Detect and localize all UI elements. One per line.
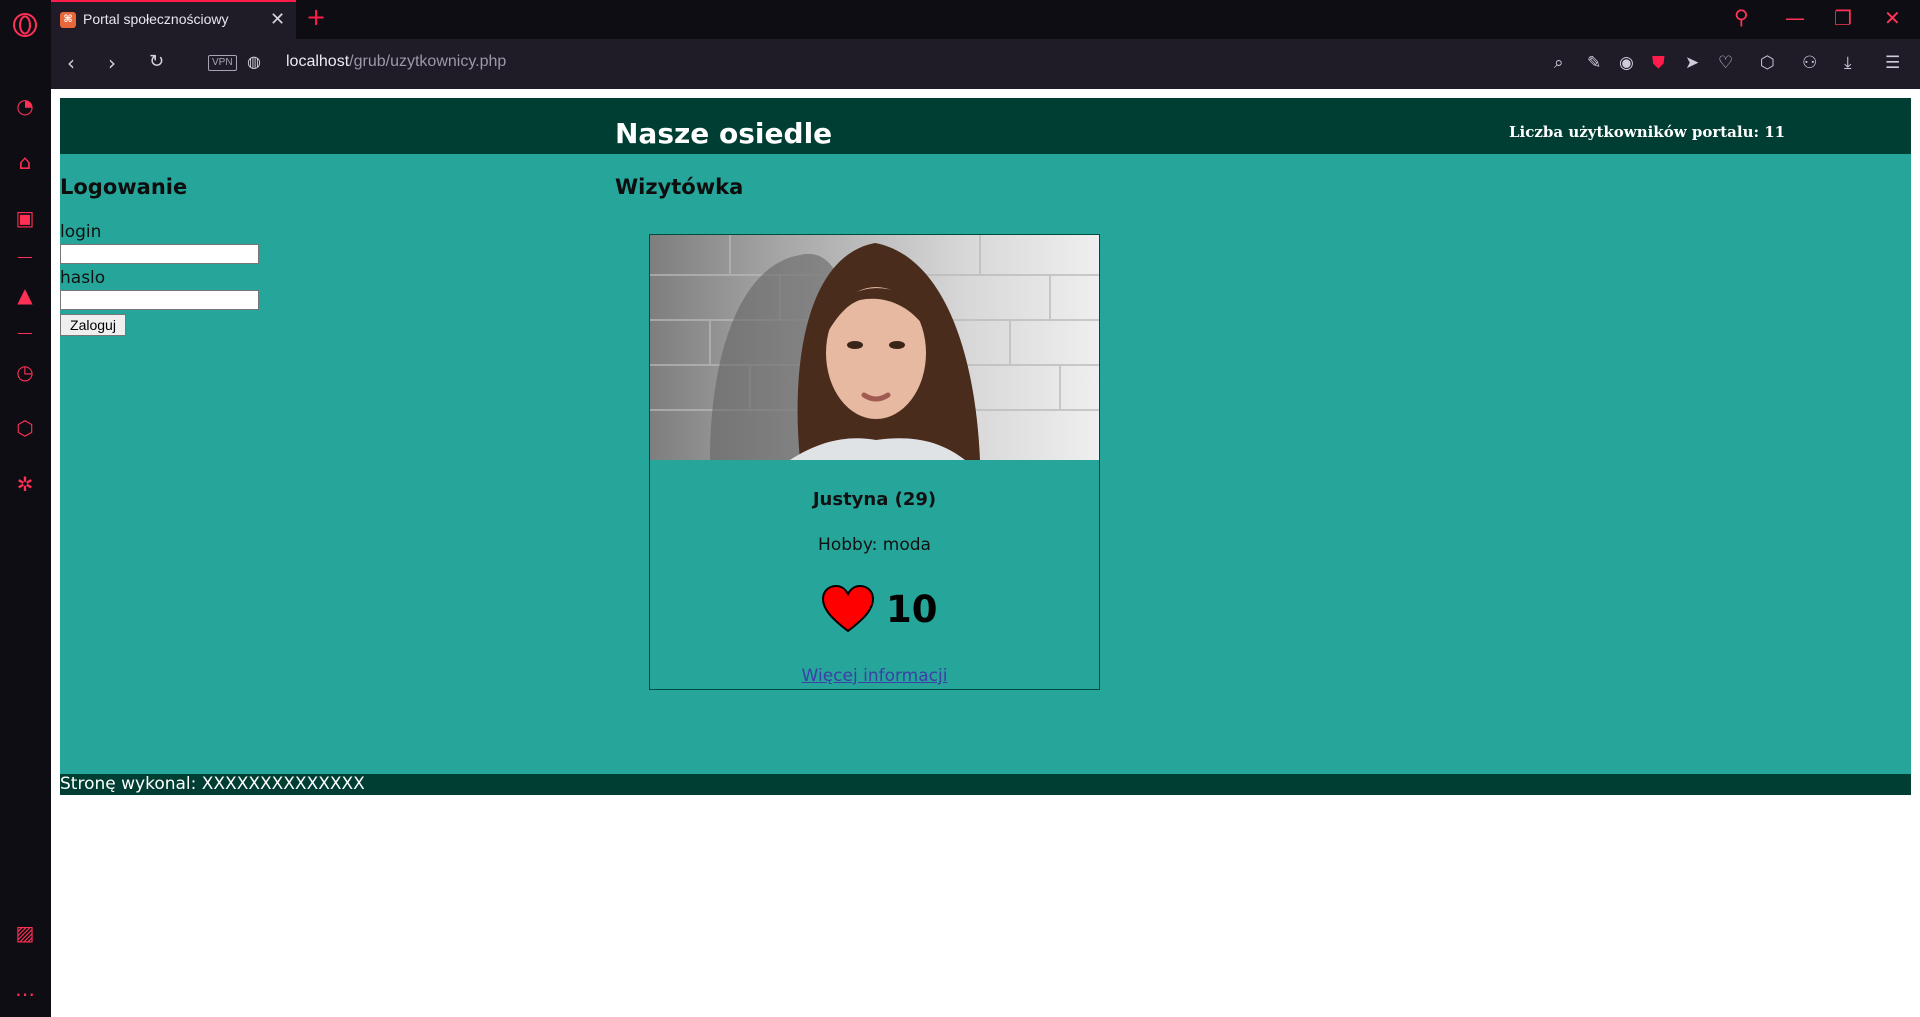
restore-icon[interactable]: ❐ [1834,6,1852,30]
users-count: Liczba użytkowników portalu: 11 [1509,123,1786,141]
shield-icon[interactable]: ⛊ [1652,53,1665,73]
aria-icon[interactable]: ▲ [14,283,36,307]
tab-close-icon[interactable]: ✕ [270,9,285,30]
tab-title: Portal społecznościowy [83,11,229,27]
page-header: Nasze osiedle Liczba użytkowników portal… [60,98,1911,154]
login-title: Logowanie [60,175,188,199]
forward-icon[interactable]: › [108,51,116,75]
active-tab[interactable]: ⌘ Portal społecznościowy ✕ [51,0,296,39]
browser-sidebar: ◔ ⌂ ▣ ▲ ◷ ⬡ ✲ ▨ ⋯ [0,0,51,1017]
vpn-badge[interactable]: VPN [208,55,237,71]
back-icon[interactable]: ‹ [67,51,75,75]
xampp-favicon-icon: ⌘ [60,12,76,28]
site-title: Nasze osiedle [615,117,833,150]
profile-hobby: Hobby: moda [818,535,931,555]
login-label: login [60,222,102,242]
bag-icon[interactable]: ⌂ [14,150,36,174]
page-footer: Stronę wykonal: XXXXXXXXXXXXXX [60,774,1911,795]
new-tab-button[interactable]: + [306,3,326,31]
url-host: localhost [286,53,350,70]
sidebar-divider [18,257,32,258]
gallery-icon[interactable]: ▨ [14,921,36,945]
card-section-title: Wizytówka [615,175,744,199]
profile-photo [650,235,1099,460]
globe-icon[interactable]: ◍ [247,52,261,71]
login-button[interactable]: Zaloguj [60,314,126,336]
edit-snapshot-icon[interactable]: ✎ [1587,53,1601,73]
search-tabs-icon[interactable]: ⚲ [1734,5,1749,29]
close-window-icon[interactable]: ✕ [1884,6,1901,30]
opera-logo-icon[interactable] [12,12,38,38]
profile-card: Justyna (29) Hobby: moda 10 Więcej infor… [649,234,1100,690]
page-content: Logowanie login haslo Zaloguj Wizytówka [60,154,1911,774]
heart-icon[interactable] [821,585,875,633]
profile-name: Justyna (29) [812,489,937,510]
cube-icon[interactable]: ⬡ [14,416,36,440]
account-icon[interactable]: ⚇ [1802,53,1817,73]
url-field[interactable]: localhost/grub/uzytkownicy.php [286,53,506,71]
profile-photo-illustration [650,235,1099,460]
heart-outline-icon[interactable]: ♡ [1718,53,1733,73]
download-icon[interactable]: ⤓ [1844,53,1852,73]
camera-icon[interactable]: ◉ [1619,53,1634,73]
reload-icon[interactable]: ↻ [149,51,164,72]
box-icon[interactable]: ⬡ [1760,53,1775,73]
minimize-icon[interactable]: — [1785,6,1805,30]
more-info-link[interactable]: Więcej informacji [650,666,1099,686]
sidebar-divider [18,333,32,334]
web-page: Nasze osiedle Liczba użytkowników portal… [60,98,1911,795]
history-icon[interactable]: ◷ [14,360,36,384]
easy-setup-icon[interactable]: ☰ [1885,53,1900,73]
zoom-search-icon[interactable]: ⌕ [1554,53,1564,73]
footer-text: Stronę wykonal: XXXXXXXXXXXXXX [60,774,365,794]
haslo-input[interactable] [60,290,259,310]
address-bar: ‹ › ↻ VPN ◍ localhost/grub/uzytkownicy.p… [51,39,1920,89]
url-path: /grub/uzytkownicy.php [349,53,507,70]
settings-icon[interactable]: ✲ [14,472,36,496]
haslo-label: haslo [60,268,106,288]
send-icon[interactable]: ➤ [1685,53,1699,73]
speed-dial-icon[interactable]: ◔ [14,94,36,118]
more-icon[interactable]: ⋯ [14,982,36,1006]
likes-count: 10 [886,588,938,631]
chip-icon[interactable]: ▣ [14,206,36,230]
login-input[interactable] [60,244,259,264]
